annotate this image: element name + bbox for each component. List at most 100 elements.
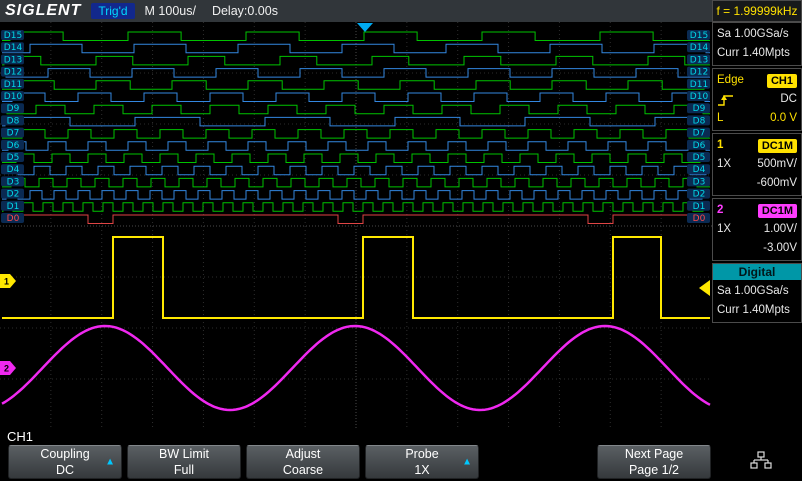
sample-rate: Sa 1.00GSa/s xyxy=(717,26,789,43)
lan-network-icon xyxy=(750,451,772,469)
ch2-scale: 1.00V/ xyxy=(764,221,797,238)
digital-channel-label-d2: D2 xyxy=(693,190,706,200)
ch2-coupling-badge: DC1M xyxy=(758,204,797,218)
digital-channel-label-d14: D14 xyxy=(4,43,23,53)
softkey-value: 1X xyxy=(414,462,429,478)
trigger-level-marker[interactable] xyxy=(699,280,710,296)
trigger-source-badge: CH1 xyxy=(767,74,797,88)
digital-trace-d1 xyxy=(2,203,710,212)
digital-channel-label-d0: D0 xyxy=(693,214,706,224)
digital-channel-label-d11: D11 xyxy=(690,80,708,90)
softkey-value: Full xyxy=(174,462,194,478)
softkey-label: Probe xyxy=(405,446,438,462)
digital-trace-d0 xyxy=(2,215,710,224)
softkey-value: Coarse xyxy=(283,462,323,478)
digital-channel-label-d4: D4 xyxy=(7,165,20,175)
digital-channel-label-d12: D12 xyxy=(4,68,22,78)
ch2-probe: 1X xyxy=(717,221,731,238)
digital-channel-label-d15: D15 xyxy=(690,31,708,41)
digital-channel-label-d11: D11 xyxy=(4,80,22,90)
softkey-probe[interactable]: Probe 1X ▲ xyxy=(365,445,479,479)
memory-depth: Curr 1.40Mpts xyxy=(717,45,790,62)
oscilloscope-screen: SIGLENT Trig'd M 100us/ Delay:0.00s f = … xyxy=(0,0,802,481)
digital-trace-d13 xyxy=(2,56,710,65)
digital-memory-depth: Curr 1.40Mpts xyxy=(717,302,790,319)
digital-channel-label-d1: D1 xyxy=(7,202,20,212)
siglent-logo: SIGLENT xyxy=(0,2,91,20)
trigger-level-label: L xyxy=(717,110,723,127)
digital-sample-rate: Sa 1.00GSa/s xyxy=(717,283,789,300)
digital-channel-label-d5: D5 xyxy=(693,153,706,163)
trigger-type: Edge xyxy=(717,72,744,89)
digital-channel-label-d3: D3 xyxy=(7,177,20,187)
digital-channel-label-d13: D13 xyxy=(4,55,22,65)
softkey-coupling[interactable]: Coupling DC ▲ xyxy=(8,445,122,479)
acquisition-panel: Sa 1.00GSa/s Curr 1.40Mpts xyxy=(712,22,802,66)
ch1-offset: -600mV xyxy=(757,175,797,192)
ch1-marker-label: 1 xyxy=(4,277,9,287)
ch2-marker-label: 2 xyxy=(4,364,9,374)
digital-channel-label-d4: D4 xyxy=(693,165,706,175)
digital-channel-label-d1: D1 xyxy=(693,202,706,212)
digital-channel-label-d7: D7 xyxy=(7,129,20,139)
digital-channel-label-d2: D2 xyxy=(7,190,20,200)
digital-panel: Digital Sa 1.00GSa/s Curr 1.40Mpts xyxy=(712,263,802,323)
trigger-panel: Edge CH1 DC L 0.0 V xyxy=(712,68,802,131)
waveform-area: D15D15D14D14D13D13D12D12D11D11D10D10D9D9… xyxy=(0,22,712,430)
digital-channel-label-d3: D3 xyxy=(693,177,706,187)
trigger-status-badge: Trig'd xyxy=(91,3,134,19)
channel1-panel: 1 DC1M 1X 500mV/ -600mV xyxy=(712,133,802,196)
digital-trace-d6 xyxy=(2,142,710,151)
softkey-label: BW Limit xyxy=(159,446,209,462)
delay-readout: Delay:0.00s xyxy=(212,4,278,18)
digital-channel-label-d0: D0 xyxy=(7,214,20,224)
digital-panel-title: Digital xyxy=(713,264,801,280)
softkey-label: Next Page xyxy=(625,446,683,462)
digital-channel-label-d9: D9 xyxy=(7,104,20,114)
ch1-scale: 500mV/ xyxy=(757,156,797,173)
digital-channel-label-d12: D12 xyxy=(690,68,708,78)
rising-edge-icon xyxy=(717,93,735,107)
ch1-number: 1 xyxy=(717,137,723,154)
ch2-offset: -3.00V xyxy=(763,240,797,257)
frequency-counter: f = 1.99999kHz xyxy=(712,0,802,22)
up-arrow-icon: ▲ xyxy=(462,456,472,469)
digital-channel-label-d13: D13 xyxy=(690,55,708,65)
digital-channel-label-d8: D8 xyxy=(7,116,20,126)
menu-title: CH1 xyxy=(7,429,33,444)
digital-channel-label-d8: D8 xyxy=(693,116,706,126)
digital-channel-label-d7: D7 xyxy=(693,129,706,139)
top-status-bar: SIGLENT Trig'd M 100us/ Delay:0.00s f = … xyxy=(0,0,802,22)
digital-trace-d15 xyxy=(2,32,710,41)
trigger-coupling: DC xyxy=(780,91,797,108)
channel2-panel: 2 DC1M 1X 1.00V/ -3.00V xyxy=(712,198,802,261)
softkey-next-page[interactable]: Next Page Page 1/2 ▲ xyxy=(597,445,711,479)
softkey-label: Adjust xyxy=(286,446,321,462)
softkey-label: Coupling xyxy=(40,446,89,462)
trigger-position-marker[interactable] xyxy=(357,23,373,32)
up-arrow-icon: ▲ xyxy=(105,456,115,469)
digital-channel-label-d10: D10 xyxy=(690,92,709,102)
digital-trace-d4 xyxy=(2,166,710,175)
ch2-number: 2 xyxy=(717,202,723,219)
digital-channel-label-d14: D14 xyxy=(690,43,709,53)
digital-channel-label-d15: D15 xyxy=(4,31,22,41)
digital-channel-label-d5: D5 xyxy=(7,153,20,163)
digital-trace-d5 xyxy=(2,154,710,163)
waveform-display: D15D15D14D14D13D13D12D12D11D11D10D10D9D9… xyxy=(0,22,712,430)
digital-trace-d3 xyxy=(2,178,710,187)
digital-channel-label-d6: D6 xyxy=(693,141,706,151)
ch1-coupling-badge: DC1M xyxy=(758,139,797,153)
digital-trace-d14 xyxy=(2,44,710,53)
trigger-level-value: 0.0 V xyxy=(770,110,797,127)
digital-channel-label-d9: D9 xyxy=(693,104,706,114)
digital-channel-label-d6: D6 xyxy=(7,141,20,151)
digital-trace-d2 xyxy=(2,191,710,200)
status-sidebar: Sa 1.00GSa/s Curr 1.40Mpts Edge CH1 DC L… xyxy=(712,22,802,430)
digital-channel-label-d10: D10 xyxy=(4,92,23,102)
softkey-value: Page 1/2 xyxy=(629,462,679,478)
softkey-adjust[interactable]: Adjust Coarse ▲ xyxy=(246,445,360,479)
softkey-bw-limit[interactable]: BW Limit Full ▲ xyxy=(127,445,241,479)
ch1-probe: 1X xyxy=(717,156,731,173)
softkey-value: DC xyxy=(56,462,74,478)
